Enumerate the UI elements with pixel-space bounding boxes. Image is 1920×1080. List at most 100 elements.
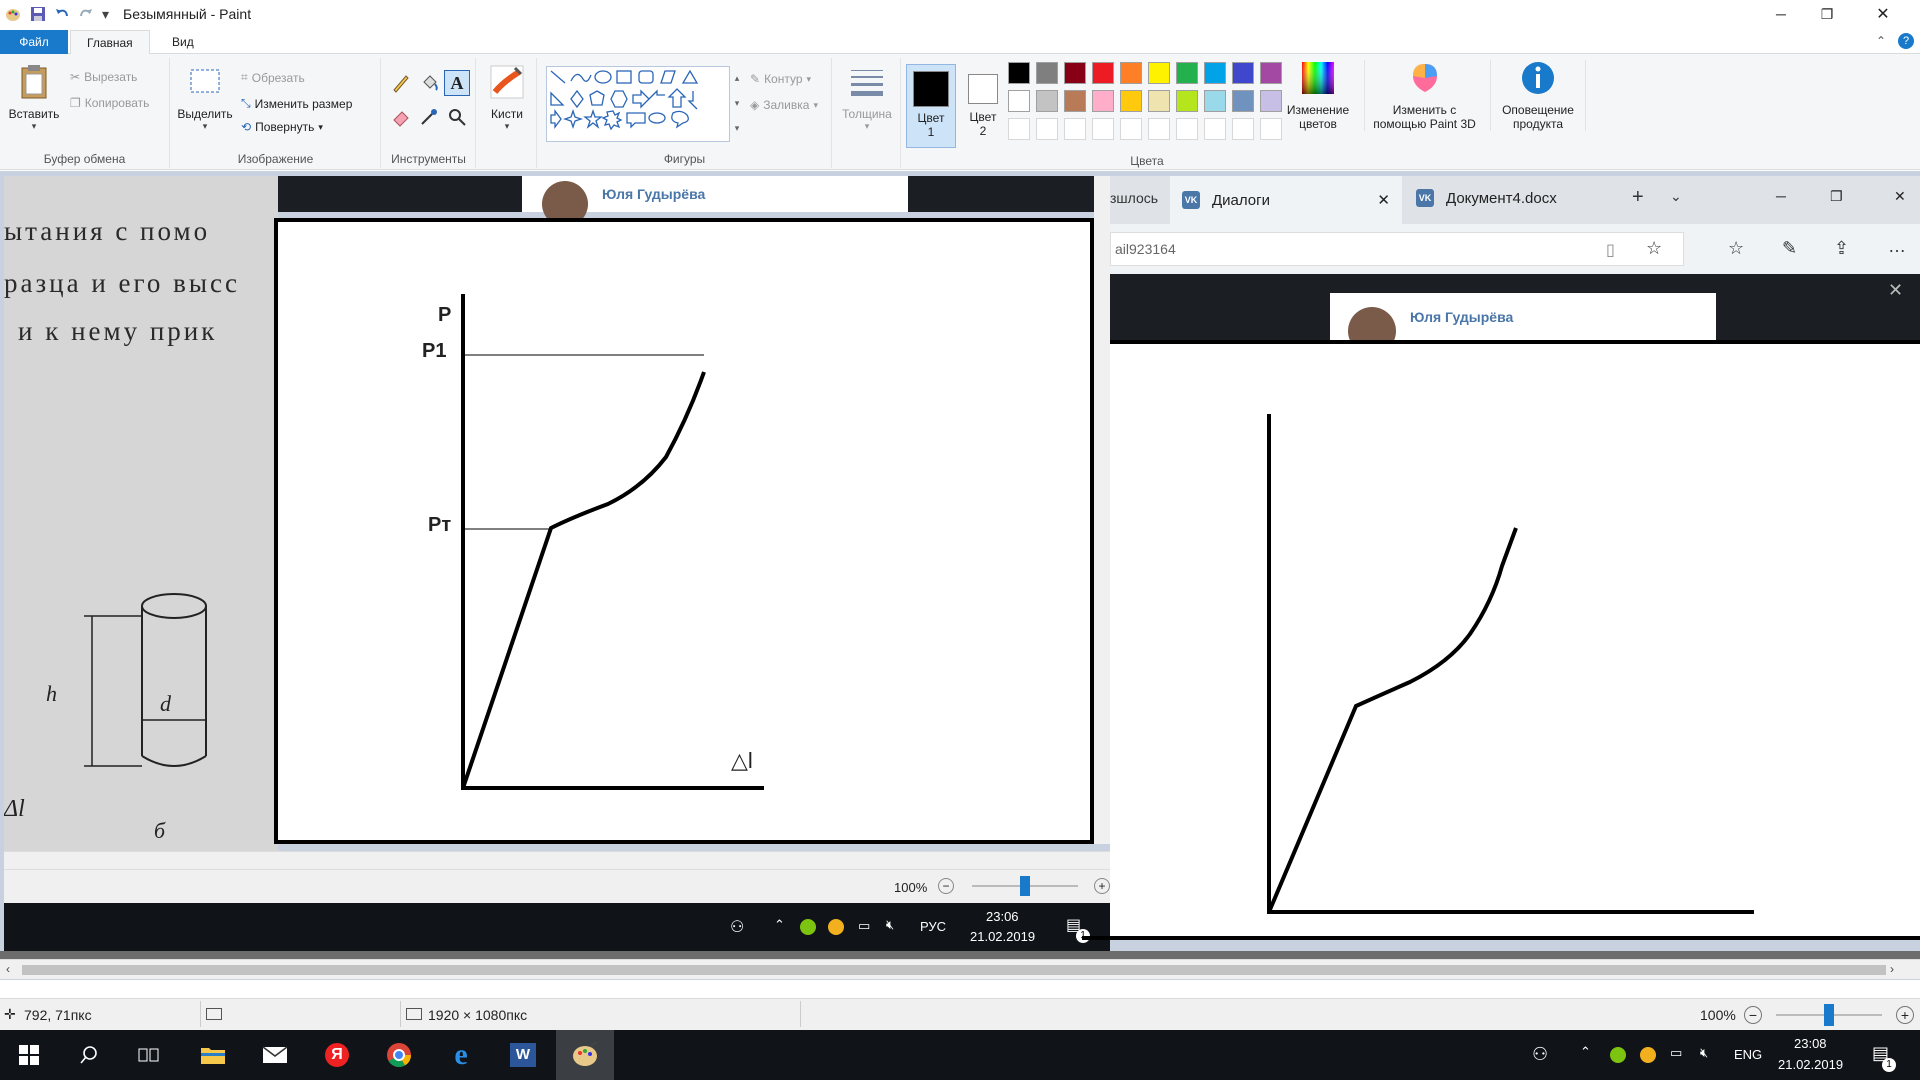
palette-swatch[interactable] (1092, 62, 1114, 84)
resize-button[interactable]: ⤡ Изменить размер (241, 96, 352, 111)
browser-close-button[interactable]: ✕ (1894, 188, 1906, 205)
help-icon[interactable]: ? (1898, 33, 1914, 49)
more-icon[interactable]: … (1888, 236, 1906, 257)
tab-file[interactable]: Файл (0, 30, 68, 54)
inner-people-icon[interactable]: ⚇ (730, 917, 744, 937)
task-view-button[interactable] (120, 1030, 178, 1080)
customize-qa-icon[interactable]: ▾ (102, 6, 109, 23)
address-bar[interactable]: ail923164 (1110, 232, 1684, 266)
input-language[interactable]: ENG (1734, 1047, 1762, 1062)
edit-colors-button[interactable]: Изменение цветов (1280, 60, 1356, 131)
maximize-button[interactable]: ❐ (1804, 0, 1850, 28)
inner-vscroll[interactable] (1094, 176, 1110, 844)
zoom-in-icon[interactable]: + (1896, 1006, 1914, 1024)
rotate-button[interactable]: ⟲ Повернуть ▾ (241, 120, 323, 134)
people-icon[interactable]: ⚇ (1532, 1044, 1548, 1065)
product-alert-button[interactable]: Оповещение продукта (1490, 60, 1586, 131)
palette-swatch[interactable] (1008, 118, 1030, 140)
copy-button[interactable]: ❐ Копировать (70, 96, 149, 110)
palette-swatch[interactable] (1036, 118, 1058, 140)
palette-swatch[interactable] (1260, 90, 1282, 112)
color2-button[interactable]: Цвет 2 (960, 64, 1006, 148)
palette-swatch[interactable] (1036, 90, 1058, 112)
taskbar-mail[interactable] (246, 1030, 304, 1080)
palette-swatch[interactable] (1092, 118, 1114, 140)
palette-swatch[interactable] (1176, 90, 1198, 112)
palette-swatch[interactable] (1204, 118, 1226, 140)
pen-icon[interactable]: ✎ (1782, 238, 1797, 259)
palette-swatch[interactable] (1232, 62, 1254, 84)
scroll-right-icon[interactable]: › (1890, 962, 1894, 976)
palette-swatch[interactable] (1064, 62, 1086, 84)
shapes-scroll[interactable]: ▴ ▾ ▾ (732, 66, 742, 142)
palette-swatch[interactable] (1204, 62, 1226, 84)
browser-maximize-button[interactable]: ❐ (1830, 188, 1843, 205)
browser-minimize-button[interactable]: ─ (1776, 188, 1786, 204)
palette-swatch[interactable] (1260, 62, 1282, 84)
pencil-icon[interactable] (390, 72, 412, 94)
inner-zoom-out-icon[interactable]: − (938, 878, 954, 894)
canvas-area[interactable]: ытания с помо разца и его высс и к нему … (0, 171, 1920, 980)
undo-icon[interactable] (54, 6, 70, 22)
taskbar-edge[interactable]: e (432, 1030, 490, 1080)
collapse-ribbon-icon[interactable]: ⌃ (1876, 34, 1886, 48)
close-button[interactable]: ✕ (1860, 0, 1906, 28)
browser-tab-doc[interactable]: VK Документ4.docx (1410, 176, 1620, 220)
scroll-left-icon[interactable]: ‹ (6, 962, 10, 976)
shapes-gallery[interactable] (546, 66, 730, 142)
taskbar-chrome[interactable] (370, 1030, 428, 1080)
text-tool-icon[interactable]: A (444, 70, 470, 96)
save-icon[interactable] (30, 6, 46, 22)
color1-button[interactable]: Цвет 1 (906, 64, 956, 148)
palette-swatch[interactable] (1120, 62, 1142, 84)
inner-volume-icon[interactable]: 🔇︎ (886, 917, 894, 933)
redo-icon[interactable] (78, 6, 94, 22)
paint3d-button[interactable]: Изменить с помощью Paint 3D (1364, 60, 1484, 131)
inner-zoom-thumb[interactable] (1020, 876, 1030, 896)
brushes-button[interactable]: Кисти ▾ (483, 64, 531, 132)
fill-button[interactable]: ◈ Заливка ▾ (750, 98, 818, 112)
palette-swatch[interactable] (1008, 90, 1030, 112)
inner-hscroll[interactable] (4, 851, 1110, 869)
inner-lang[interactable]: РУС (920, 919, 946, 934)
thickness-button[interactable]: Толщина ▾ (839, 64, 895, 132)
volume-icon[interactable]: 🔇︎ (1700, 1045, 1708, 1061)
palette-swatch[interactable] (1064, 90, 1086, 112)
share-icon[interactable]: ⇪ (1834, 238, 1849, 259)
taskbar-paint[interactable] (556, 1030, 614, 1080)
palette-swatch[interactable] (1120, 90, 1142, 112)
outline-button[interactable]: ✎ Контур ▾ (750, 72, 811, 86)
favorite-star-icon[interactable]: ☆ (1646, 238, 1662, 259)
minimize-button[interactable]: ─ (1758, 0, 1804, 28)
new-tab-icon[interactable]: + (1632, 186, 1644, 209)
palette-swatch[interactable] (1232, 90, 1254, 112)
favorites-list-icon[interactable]: ☆ (1728, 238, 1744, 259)
eraser-icon[interactable] (390, 106, 412, 128)
reading-view-icon[interactable]: ▯ (1606, 240, 1615, 260)
select-button[interactable]: Выделить ▾ (177, 64, 233, 132)
tab-home[interactable]: Главная (70, 30, 150, 54)
taskbar-word[interactable]: W (494, 1030, 552, 1080)
palette-swatch[interactable] (1120, 118, 1142, 140)
palette-swatch[interactable] (1260, 118, 1282, 140)
palette-swatch[interactable] (1148, 118, 1170, 140)
inner-tray-chevron-icon[interactable]: ⌃ (774, 917, 785, 933)
tab-view[interactable]: Вид (156, 30, 210, 54)
palette-swatch[interactable] (1036, 62, 1058, 84)
palette-swatch[interactable] (1232, 118, 1254, 140)
taskbar-explorer[interactable] (184, 1030, 242, 1080)
palette-swatch[interactable] (1092, 90, 1114, 112)
browser-strip-close-icon[interactable]: ✕ (1888, 280, 1903, 301)
magnifier-icon[interactable] (446, 106, 468, 128)
taskbar-yandex[interactable]: Я (308, 1030, 366, 1080)
browser-tab-partial[interactable]: зшлось (1110, 176, 1170, 220)
crop-button[interactable]: ⌗ Обрезать (241, 70, 305, 85)
inner-zoom-in-icon[interactable]: + (1094, 878, 1110, 894)
search-button[interactable] (60, 1030, 118, 1080)
palette-swatch[interactable] (1148, 90, 1170, 112)
paste-button[interactable]: Вставить ▾ (6, 64, 62, 132)
browser-tab-dialogs[interactable]: VK Диалоги ✕ (1170, 176, 1402, 224)
start-button[interactable] (0, 1030, 58, 1080)
fill-bucket-icon[interactable] (418, 72, 440, 94)
tab-list-icon[interactable]: ⌄ (1670, 188, 1682, 205)
